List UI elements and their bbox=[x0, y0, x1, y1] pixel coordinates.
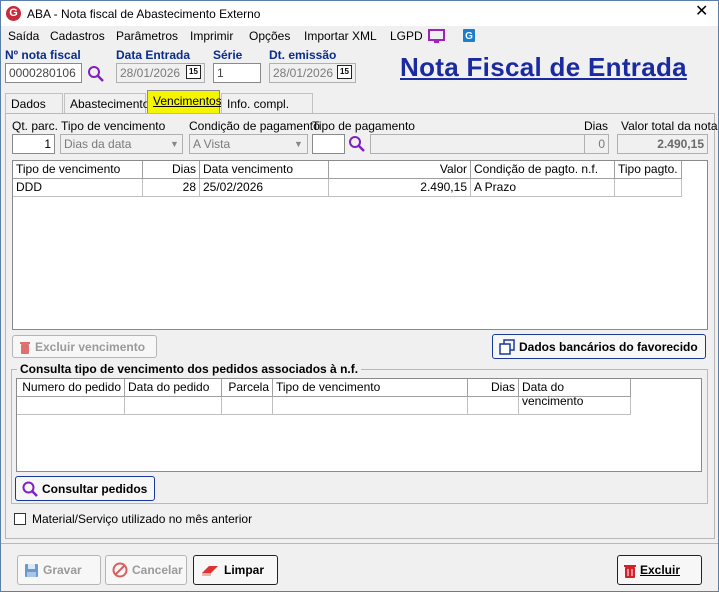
table-row-cell[interactable] bbox=[273, 397, 468, 415]
consultar-pedidos-button[interactable]: Consultar pedidos bbox=[15, 476, 155, 501]
mes-anterior-checkbox[interactable] bbox=[14, 513, 26, 525]
col-header-numero-pedido[interactable]: Numero do pedido bbox=[17, 379, 125, 397]
table-row-cell[interactable] bbox=[615, 179, 682, 197]
gravar-label: Gravar bbox=[43, 563, 82, 577]
table-row-cell[interactable]: DDD bbox=[13, 179, 143, 197]
dias-label: Dias bbox=[584, 119, 609, 133]
calendar-icon[interactable]: 15 bbox=[186, 65, 201, 79]
col-header-parcela[interactable]: Parcela bbox=[222, 379, 273, 397]
trash-icon bbox=[624, 564, 636, 578]
menu-importar-xml[interactable]: Importar XML bbox=[304, 29, 377, 43]
tab-dados-nf[interactable]: Dados NF bbox=[5, 93, 63, 125]
col-header-tipo-pagto[interactable]: Tipo pagto. bbox=[615, 161, 682, 179]
monitor-icon[interactable] bbox=[428, 29, 445, 44]
app-logo-icon: G bbox=[6, 6, 21, 21]
dias-input[interactable]: 0 bbox=[584, 134, 609, 154]
dados-bancarios-button[interactable]: Dados bancários do favorecido bbox=[492, 334, 706, 359]
window-title: ABA - Nota fiscal de Abastecimento Exter… bbox=[27, 7, 261, 21]
col-header-data-pedido[interactable]: Data do pedido bbox=[125, 379, 222, 397]
limpar-label: Limpar bbox=[224, 563, 265, 577]
chevron-down-icon[interactable]: ▼ bbox=[294, 139, 303, 149]
menu-imprimir[interactable]: Imprimir bbox=[190, 29, 233, 43]
qt-parc-label: Qt. parc. bbox=[12, 119, 59, 133]
menu-cadastros[interactable]: Cadastros bbox=[50, 29, 105, 43]
tab-info-compl-sped[interactable]: Info. compl. Sped bbox=[221, 93, 313, 125]
tipo-pag-input[interactable] bbox=[312, 134, 345, 154]
table-row-cell[interactable] bbox=[222, 397, 273, 415]
cond-pag-label: Condição de pagamento bbox=[189, 119, 320, 133]
svg-text:G: G bbox=[465, 31, 473, 42]
tipo-venc-select[interactable]: Dias da data bbox=[60, 134, 183, 154]
consultar-pedidos-label: Consultar pedidos bbox=[42, 481, 148, 496]
title-bar: G ABA - Nota fiscal de Abastecimento Ext… bbox=[1, 1, 718, 26]
excluir-vencimento-button[interactable]: Excluir vencimento bbox=[12, 335, 157, 358]
tipo-pag-desc-field bbox=[370, 134, 608, 154]
save-icon bbox=[25, 563, 38, 577]
search-icon[interactable] bbox=[348, 135, 366, 153]
excluir-label: Excluir bbox=[640, 563, 681, 577]
col-header-data-vencimento[interactable]: Data do vencimento bbox=[519, 379, 631, 408]
menu-parametros[interactable]: Parâmetros bbox=[116, 29, 178, 43]
table-row-cell[interactable] bbox=[519, 397, 631, 415]
calendar-icon[interactable]: 15 bbox=[337, 65, 352, 79]
valor-total-field: 2.490,15 bbox=[617, 134, 708, 154]
consulta-grid: Numero do pedido Data do pedido Parcela … bbox=[16, 378, 702, 472]
menu-lgpd[interactable]: LGPD bbox=[390, 29, 423, 43]
page-title: Nota Fiscal de Entrada bbox=[400, 52, 687, 82]
main-window: G ABA - Nota fiscal de Abastecimento Ext… bbox=[0, 0, 719, 592]
data-entrada-label: Data Entrada bbox=[116, 48, 191, 62]
valor-total-label: Valor total da nota bbox=[621, 119, 718, 133]
search-icon bbox=[22, 481, 38, 497]
serie-input[interactable]: 1 bbox=[213, 63, 261, 83]
dados-bancarios-label: Dados bancários do favorecido bbox=[519, 339, 698, 354]
tab-abastecimento[interactable]: Abastecimento bbox=[64, 93, 149, 113]
menu-bar: Saída Cadastros Parâmetros Imprimir Opçõ… bbox=[1, 27, 718, 47]
col-header-valor[interactable]: Valor bbox=[329, 161, 471, 179]
cancel-icon bbox=[112, 562, 128, 578]
tipo-venc-label: Tipo de vencimento bbox=[61, 119, 166, 133]
trash-icon bbox=[20, 341, 30, 354]
tipo-pag-label: Tipo de pagamento bbox=[312, 119, 415, 133]
cancelar-button[interactable]: Cancelar bbox=[105, 555, 187, 585]
serie-label: Série bbox=[213, 48, 243, 62]
table-row-cell[interactable] bbox=[17, 397, 125, 415]
excluir-vencimento-label: Excluir vencimento bbox=[35, 339, 146, 354]
qt-parc-input[interactable]: 1 bbox=[12, 134, 55, 154]
col-header-tipo-vencimento[interactable]: Tipo de vencimento bbox=[273, 379, 468, 397]
vencimentos-grid: Tipo de vencimento Dias Data vencimento … bbox=[12, 160, 708, 330]
limpar-button[interactable]: Limpar bbox=[193, 555, 278, 585]
table-row-cell[interactable]: 2.490,15 bbox=[329, 179, 471, 197]
menu-saida[interactable]: Saída bbox=[8, 29, 39, 43]
nota-number-input[interactable]: 0000280106 bbox=[5, 63, 82, 83]
excluir-button[interactable]: Excluir bbox=[617, 555, 702, 585]
col-header-data[interactable]: Data vencimento bbox=[200, 161, 329, 179]
guide-book-icon[interactable]: G bbox=[462, 28, 476, 43]
col-header-condicao[interactable]: Condição de pagto. n.f. bbox=[471, 161, 615, 179]
footer-divider bbox=[1, 543, 718, 544]
table-row-cell[interactable]: 28 bbox=[143, 179, 200, 197]
mes-anterior-label: Material/Serviço utilizado no mês anteri… bbox=[32, 512, 253, 526]
gravar-button[interactable]: Gravar bbox=[17, 555, 101, 585]
col-header-tipo[interactable]: Tipo de vencimento bbox=[13, 161, 143, 179]
col-header-dias[interactable]: Dias bbox=[468, 379, 519, 397]
table-row-cell[interactable]: A Prazo bbox=[471, 179, 615, 197]
table-row-cell[interactable]: 25/02/2026 bbox=[200, 179, 329, 197]
dt-emissao-label: Dt. emissão bbox=[269, 48, 337, 62]
search-icon[interactable] bbox=[87, 65, 105, 83]
consulta-group-title: Consulta tipo de vencimento dos pedidos … bbox=[17, 362, 362, 376]
copy-icon bbox=[499, 338, 515, 355]
chevron-down-icon[interactable]: ▼ bbox=[170, 139, 179, 149]
eraser-icon bbox=[202, 566, 218, 576]
cond-pag-select[interactable]: A Vista bbox=[189, 134, 308, 154]
table-row-cell[interactable] bbox=[125, 397, 222, 415]
menu-opcoes[interactable]: Opções bbox=[249, 29, 290, 43]
nota-label: Nº nota fiscal bbox=[5, 48, 81, 62]
close-icon[interactable]: ✕ bbox=[695, 4, 708, 20]
tab-vencimentos[interactable]: Vencimentos bbox=[147, 90, 222, 113]
table-row-cell[interactable] bbox=[468, 397, 519, 415]
cancelar-label: Cancelar bbox=[132, 563, 183, 577]
col-header-dias[interactable]: Dias bbox=[143, 161, 200, 179]
